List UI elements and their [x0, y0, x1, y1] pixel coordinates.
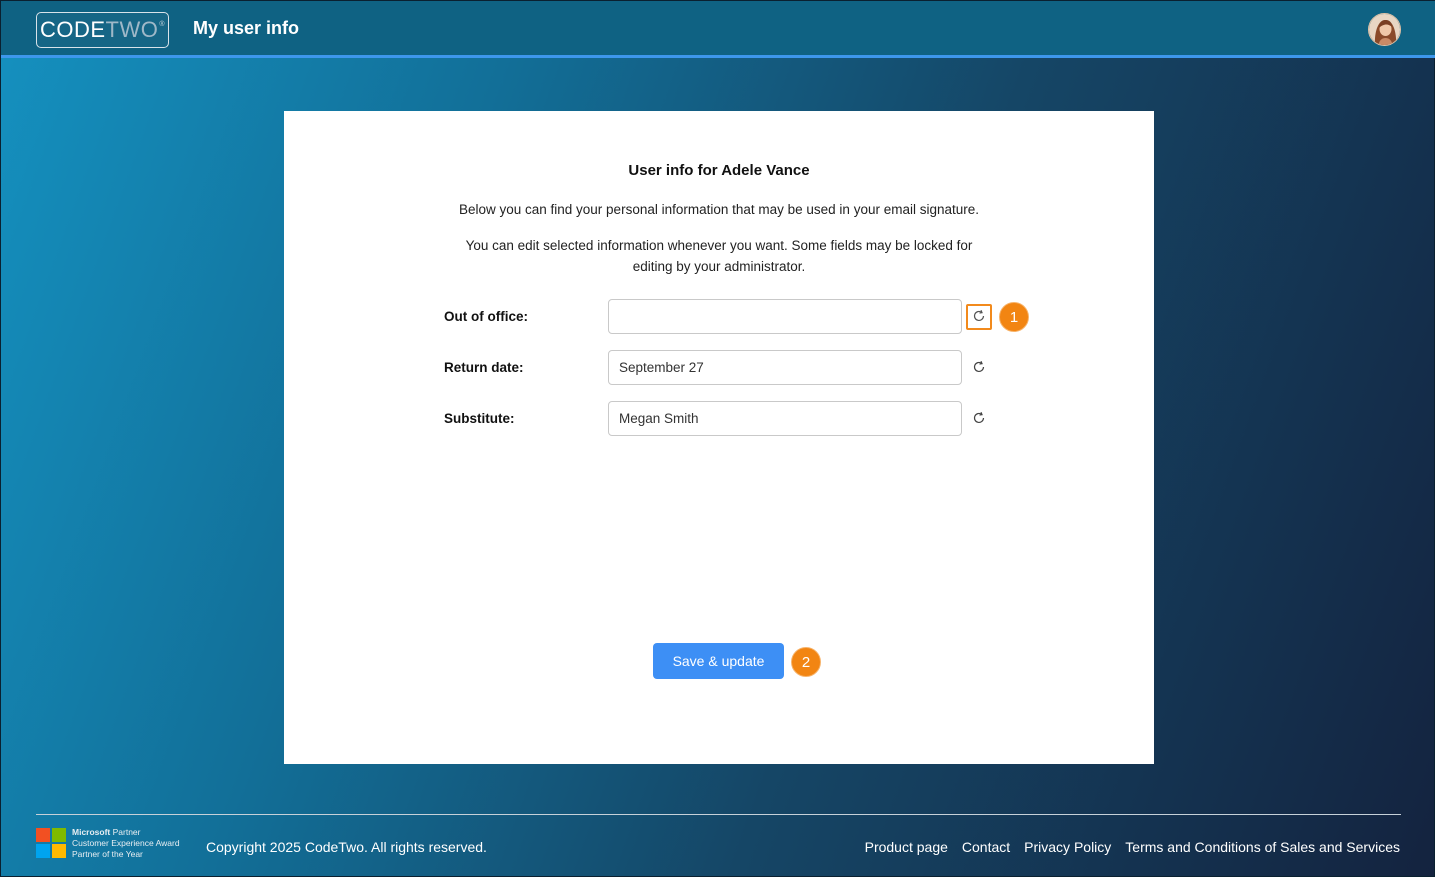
- logo-two-text: TWO: [105, 17, 159, 42]
- copyright-text: Copyright 2025 CodeTwo. All rights reser…: [206, 839, 487, 855]
- out-of-office-label: Out of office:: [444, 309, 528, 324]
- user-avatar-icon[interactable]: [1368, 13, 1401, 46]
- page-title: User info for Adele Vance: [628, 162, 810, 179]
- save-update-button[interactable]: Save & update: [653, 643, 784, 679]
- microsoft-logo-icon: [36, 828, 66, 858]
- reset-icon: [972, 360, 986, 377]
- out-of-office-reset-button[interactable]: [966, 304, 992, 330]
- footer-links: Product page Contact Privacy Policy Term…: [865, 839, 1400, 855]
- out-of-office-input[interactable]: [608, 299, 962, 334]
- ms-award-line: Customer Experience Award: [72, 838, 180, 848]
- footer-divider: [36, 814, 1401, 815]
- contact-link[interactable]: Contact: [962, 839, 1010, 855]
- edit-info-text: You can edit selected information whenev…: [465, 238, 973, 274]
- substitute-input[interactable]: [608, 401, 962, 436]
- reset-icon: [972, 411, 986, 428]
- top-bar: CODE TWO ® My user info: [1, 1, 1435, 58]
- logo-code-text: CODE: [39, 17, 106, 42]
- user-info-card: User info for Adele Vance Below you can …: [284, 111, 1154, 764]
- return-date-input[interactable]: [608, 350, 962, 385]
- terms-link[interactable]: Terms and Conditions of Sales and Servic…: [1125, 839, 1400, 855]
- intro-text: Below you can find your personal informa…: [458, 202, 980, 217]
- product-page-link[interactable]: Product page: [865, 839, 948, 855]
- callout-marker-1: 1: [999, 302, 1029, 332]
- callout-marker-2: 2: [791, 647, 821, 677]
- logo-registered-mark: ®: [159, 20, 166, 28]
- privacy-policy-link[interactable]: Privacy Policy: [1024, 839, 1111, 855]
- app-title: My user info: [193, 18, 300, 38]
- reset-icon: [972, 309, 986, 326]
- ms-partner-year-line: Partner of the Year: [72, 849, 143, 859]
- return-date-reset-button[interactable]: [966, 355, 992, 381]
- ms-partner-brand: Microsoft: [72, 827, 111, 837]
- ms-partner-word: Partner: [110, 827, 141, 837]
- return-date-label: Return date:: [444, 360, 524, 375]
- substitute-reset-button[interactable]: [966, 406, 992, 432]
- microsoft-partner-badge: Microsoft Partner Customer Experience Aw…: [72, 827, 180, 860]
- substitute-label: Substitute:: [444, 411, 515, 426]
- codetwo-logo[interactable]: CODE TWO ®: [36, 12, 169, 48]
